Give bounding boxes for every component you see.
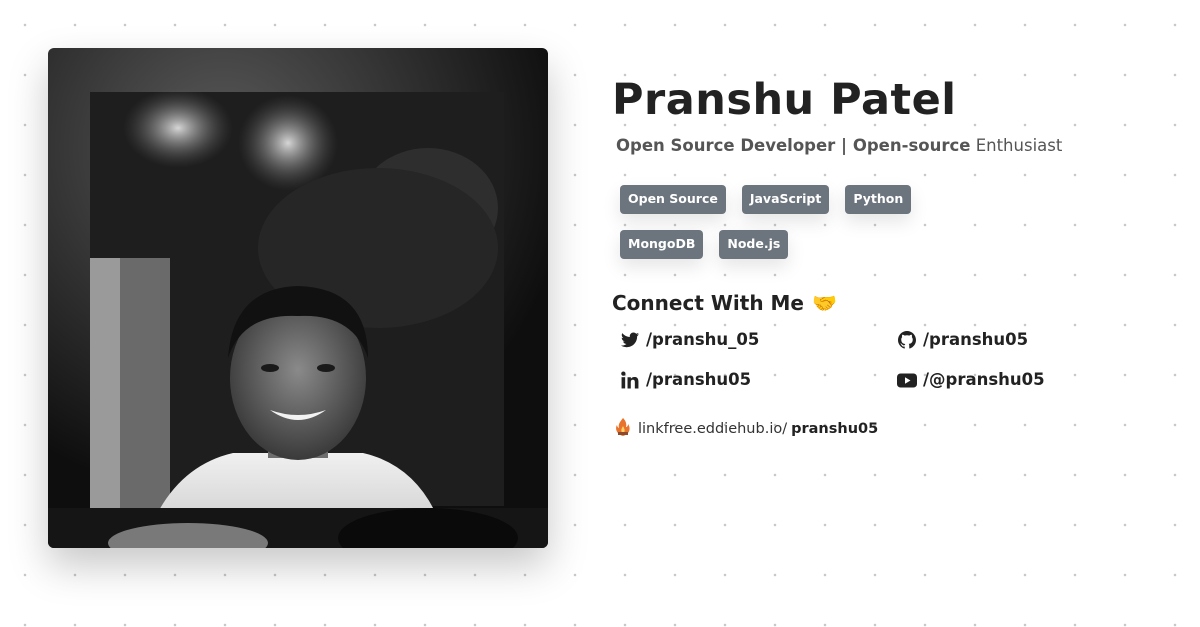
social-link-linkedin[interactable]: /pranshu05 (620, 369, 897, 391)
linkfree-link[interactable]: linkfree.eddiehub.io/ pranshu05 (614, 417, 1172, 441)
connect-title-text: Connect With Me (612, 291, 804, 315)
social-link-twitter[interactable]: /pranshu_05 (620, 329, 897, 351)
profile-name: Pranshu Patel (612, 75, 957, 125)
github-icon (897, 330, 917, 350)
github-handle: /pranshu05 (923, 330, 1029, 349)
skill-tags: Open Source JavaScript Python MongoDB No… (620, 185, 1020, 275)
youtube-handle: /@pranshu05 (923, 370, 1045, 389)
youtube-icon (897, 370, 917, 390)
profile-info: Pranshu Patel Open Source Developer | Op… (612, 72, 1172, 441)
linkedin-handle: /pranshu05 (646, 370, 752, 389)
tag-nodejs: Node.js (719, 230, 789, 259)
connect-heading: Connect With Me 🤝 (612, 291, 1172, 315)
linkfree-prefix: linkfree.eddiehub.io/ (638, 421, 788, 437)
profile-photo (48, 48, 548, 548)
twitter-icon (620, 330, 640, 350)
tag-open-source: Open Source (620, 185, 726, 214)
tag-mongodb: MongoDB (620, 230, 704, 259)
linkfree-logo-icon (614, 417, 632, 441)
tagline-rest: Enthusiast (975, 136, 1063, 155)
profile-tagline: Open Source Developer | Open-source Enth… (616, 136, 1172, 155)
handshake-icon: 🤝 (811, 291, 837, 315)
tag-javascript: JavaScript (741, 185, 830, 214)
social-links: /pranshu_05 /pranshu05 /pranshu05 /@pran… (620, 329, 1172, 391)
social-link-github[interactable]: /pranshu05 (897, 329, 1157, 351)
social-link-youtube[interactable]: /@pranshu05 (897, 369, 1157, 391)
linkedin-icon (620, 370, 640, 390)
tagline-bold: Open Source Developer | Open-source (616, 136, 971, 155)
linkfree-username: pranshu05 (791, 421, 879, 437)
tag-python: Python (845, 185, 912, 214)
twitter-handle: /pranshu_05 (646, 330, 760, 349)
profile-card: Pranshu Patel Open Source Developer | Op… (0, 0, 1200, 627)
